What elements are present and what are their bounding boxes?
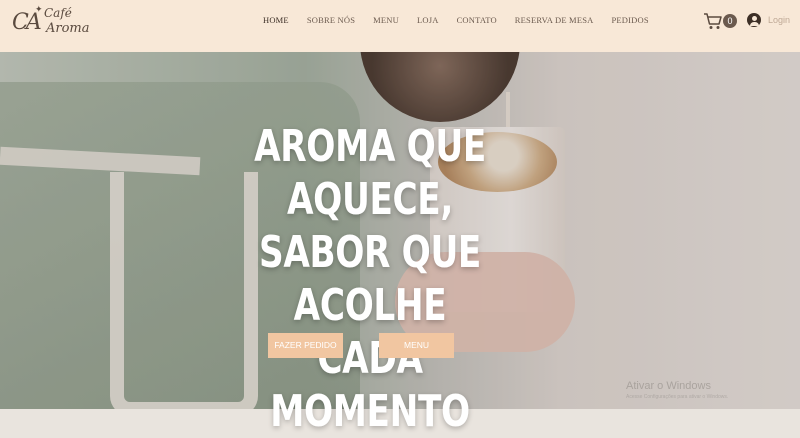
nav-menu[interactable]: MENU: [364, 14, 408, 26]
shopping-cart-icon[interactable]: [703, 12, 723, 30]
nav-reserva-de-mesa[interactable]: RESERVA DE MESA: [506, 14, 603, 26]
logo-line1: Café: [44, 6, 72, 20]
cart-count-badge[interactable]: 0: [723, 14, 737, 28]
login-link[interactable]: Login: [768, 15, 790, 25]
site-header: CA ✦ Café Aroma HOME SOBRE NÓS MENU LOJA…: [0, 0, 800, 52]
windows-activation-watermark: Ativar o Windows: [626, 380, 711, 392]
nav-home[interactable]: HOME: [254, 14, 298, 26]
order-button[interactable]: FAZER PEDIDO: [268, 333, 343, 358]
logo-line2: Aroma: [46, 21, 90, 36]
hero-headline: AROMA QUE AQUECE, SABOR QUE ACOLHE CADA …: [254, 121, 486, 437]
user-avatar-icon[interactable]: [747, 13, 761, 27]
nav-pedidos[interactable]: PEDIDOS: [602, 14, 657, 26]
main-nav: HOME SOBRE NÓS MENU LOJA CONTATO RESERVA…: [254, 14, 658, 26]
menu-button[interactable]: MENU: [379, 333, 454, 358]
nav-loja[interactable]: LOJA: [408, 14, 448, 26]
nav-sobre-nos[interactable]: SOBRE NÓS: [298, 14, 364, 26]
nav-contato[interactable]: CONTATO: [448, 14, 506, 26]
cafe-aroma-logo[interactable]: CA ✦ Café Aroma: [10, 4, 90, 46]
sparkle-icon: ✦: [35, 4, 43, 14]
windows-activation-subtitle: Acesse Configurações para ativar o Windo…: [626, 394, 729, 400]
